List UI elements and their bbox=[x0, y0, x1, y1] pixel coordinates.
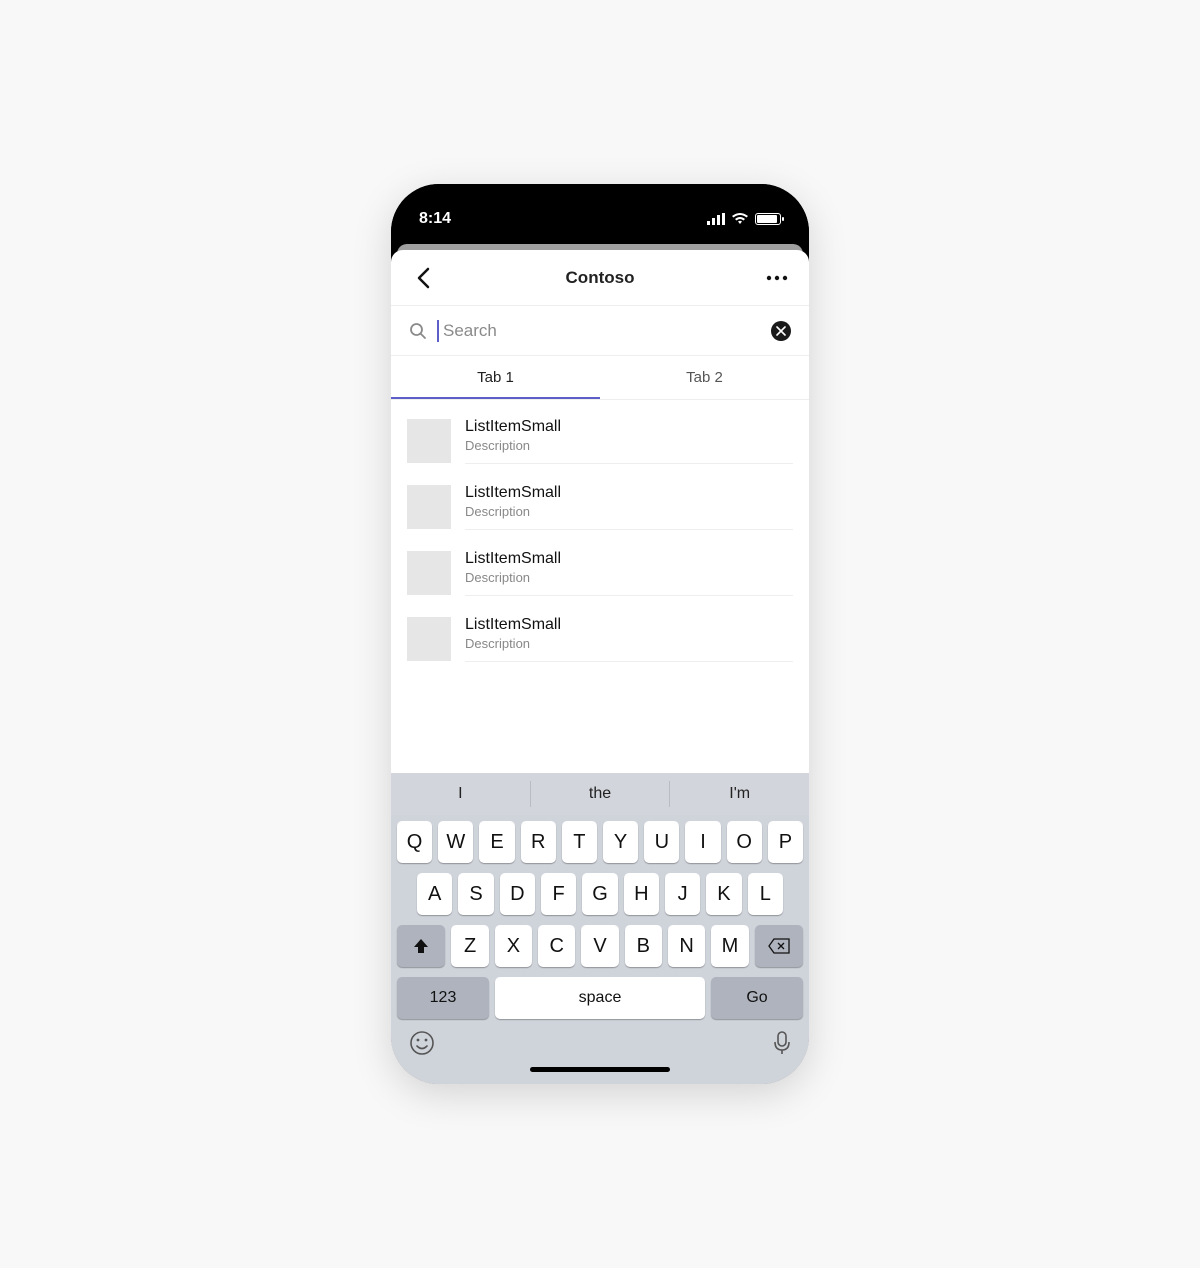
key-b[interactable]: B bbox=[625, 925, 662, 967]
suggestion-1[interactable]: I bbox=[391, 785, 530, 803]
key-y[interactable]: Y bbox=[603, 821, 638, 863]
key-shift[interactable] bbox=[397, 925, 445, 967]
search-icon bbox=[409, 322, 427, 340]
back-button[interactable] bbox=[409, 264, 437, 292]
key-m[interactable]: M bbox=[711, 925, 748, 967]
key-k[interactable]: K bbox=[706, 873, 741, 915]
key-i[interactable]: I bbox=[685, 821, 720, 863]
list-item-title: ListItemSmall bbox=[465, 418, 793, 436]
key-n[interactable]: N bbox=[668, 925, 705, 967]
key-row-1: Q W E R T Y U I O P bbox=[397, 821, 803, 863]
results-list: ListItemSmall Description ListItemSmall … bbox=[391, 400, 809, 773]
key-q[interactable]: Q bbox=[397, 821, 432, 863]
list-item-title: ListItemSmall bbox=[465, 550, 793, 568]
key-o[interactable]: O bbox=[727, 821, 762, 863]
key-j[interactable]: J bbox=[665, 873, 700, 915]
status-bar: 8:14 bbox=[391, 184, 809, 244]
key-row-bottom: 123 space Go bbox=[391, 967, 809, 1019]
list-item-description: Description bbox=[465, 570, 793, 585]
key-go[interactable]: Go bbox=[711, 977, 803, 1019]
key-space[interactable]: space bbox=[495, 977, 705, 1019]
search-input-wrap bbox=[437, 321, 761, 341]
tab-2[interactable]: Tab 2 bbox=[600, 356, 809, 400]
list-item-thumbnail bbox=[407, 419, 451, 463]
suggestion-3[interactable]: I'm bbox=[670, 785, 809, 803]
key-row-2: A S D F G H J K L bbox=[397, 873, 803, 915]
phone-frame: 8:14 Contoso bbox=[391, 184, 809, 1084]
key-backspace[interactable] bbox=[755, 925, 803, 967]
key-v[interactable]: V bbox=[581, 925, 618, 967]
tabs: Tab 1 Tab 2 bbox=[391, 356, 809, 400]
cellular-signal-icon bbox=[707, 213, 725, 225]
list-item-description: Description bbox=[465, 438, 793, 453]
list-item-description: Description bbox=[465, 504, 793, 519]
keyboard: I the I'm Q W E R T Y U I O P bbox=[391, 773, 809, 1084]
list-item[interactable]: ListItemSmall Description bbox=[391, 540, 809, 606]
key-e[interactable]: E bbox=[479, 821, 514, 863]
emoji-icon[interactable] bbox=[409, 1030, 435, 1056]
keyboard-suggestions: I the I'm bbox=[391, 773, 809, 815]
app-sheet: Contoso Tab 1 Tab 2 ListItem bbox=[391, 250, 809, 1084]
key-h[interactable]: H bbox=[624, 873, 659, 915]
key-g[interactable]: G bbox=[582, 873, 617, 915]
list-item-thumbnail bbox=[407, 617, 451, 661]
key-p[interactable]: P bbox=[768, 821, 803, 863]
search-row bbox=[391, 306, 809, 356]
key-d[interactable]: D bbox=[500, 873, 535, 915]
key-a[interactable]: A bbox=[417, 873, 452, 915]
mic-icon[interactable] bbox=[773, 1030, 791, 1056]
battery-icon bbox=[755, 213, 781, 225]
list-item-thumbnail bbox=[407, 485, 451, 529]
key-t[interactable]: T bbox=[562, 821, 597, 863]
key-x[interactable]: X bbox=[495, 925, 532, 967]
key-s[interactable]: S bbox=[458, 873, 493, 915]
list-item-description: Description bbox=[465, 636, 793, 651]
status-time: 8:14 bbox=[419, 210, 451, 228]
key-l[interactable]: L bbox=[748, 873, 783, 915]
key-row-3: Z X C V B N M bbox=[397, 925, 803, 967]
list-item[interactable]: ListItemSmall Description bbox=[391, 474, 809, 540]
wifi-icon bbox=[731, 213, 749, 225]
tab-1[interactable]: Tab 1 bbox=[391, 356, 600, 400]
list-item-title: ListItemSmall bbox=[465, 616, 793, 634]
key-f[interactable]: F bbox=[541, 873, 576, 915]
key-numbers[interactable]: 123 bbox=[397, 977, 489, 1019]
list-item[interactable]: ListItemSmall Description bbox=[391, 606, 809, 672]
suggestion-2[interactable]: the bbox=[531, 785, 670, 803]
search-input[interactable] bbox=[437, 321, 664, 341]
list-item[interactable]: ListItemSmall Description bbox=[391, 408, 809, 474]
key-r[interactable]: R bbox=[521, 821, 556, 863]
key-u[interactable]: U bbox=[644, 821, 679, 863]
list-item-thumbnail bbox=[407, 551, 451, 595]
status-icons bbox=[707, 213, 781, 225]
header: Contoso bbox=[391, 250, 809, 306]
list-item-title: ListItemSmall bbox=[465, 484, 793, 502]
home-indicator[interactable] bbox=[530, 1067, 670, 1072]
page-title: Contoso bbox=[566, 268, 635, 288]
more-button[interactable] bbox=[763, 264, 791, 292]
key-w[interactable]: W bbox=[438, 821, 473, 863]
key-c[interactable]: C bbox=[538, 925, 575, 967]
clear-search-button[interactable] bbox=[771, 321, 791, 341]
keyboard-footer bbox=[391, 1019, 809, 1067]
key-z[interactable]: Z bbox=[451, 925, 488, 967]
